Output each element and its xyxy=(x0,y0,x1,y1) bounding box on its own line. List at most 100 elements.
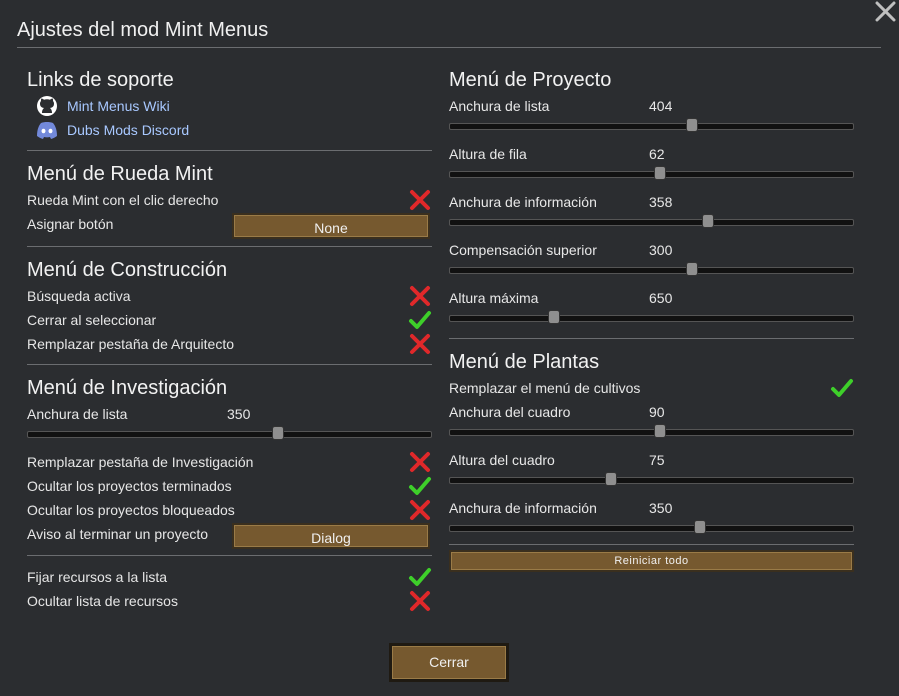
notify-button[interactable]: Dialog xyxy=(232,523,430,549)
slider-track[interactable] xyxy=(449,123,854,130)
title-divider xyxy=(17,47,881,48)
close-select-row[interactable]: Cerrar al seleccionar xyxy=(27,308,432,332)
slider-thumb[interactable] xyxy=(653,166,666,180)
active-search-label: Búsqueda activa xyxy=(27,288,131,304)
replace-crops-row[interactable]: Remplazar el menú de cultivos xyxy=(449,376,854,400)
close-icon[interactable] xyxy=(872,0,899,24)
slider-thumb[interactable] xyxy=(272,426,285,440)
slider-label: Anchura del cuadro xyxy=(449,404,571,420)
slider-value: 350 xyxy=(649,500,673,516)
slider-value: 75 xyxy=(649,452,665,468)
slider-thumb[interactable] xyxy=(686,118,698,132)
slider-thumb[interactable] xyxy=(702,214,715,228)
pin-resources-label: Fijar recursos a la lista xyxy=(27,569,168,585)
slider-track[interactable] xyxy=(449,477,854,484)
slider-value: 404 xyxy=(649,98,673,114)
slider-label: Altura máxima xyxy=(449,290,539,306)
plants-slider-box-height[interactable]: Altura del cuadro 75 xyxy=(449,448,854,496)
divider xyxy=(27,364,432,365)
hide-locked-label: Ocultar los proyectos bloqueados xyxy=(27,502,235,518)
active-search-row[interactable]: Búsqueda activa xyxy=(27,284,432,308)
cross-icon[interactable] xyxy=(408,450,432,474)
plants-slider-box-width[interactable]: Anchura del cuadro 90 xyxy=(449,400,854,448)
slider-thumb[interactable] xyxy=(605,472,617,486)
research-list-width-slider[interactable]: Anchura de lista 350 xyxy=(27,402,432,450)
hide-resources-row[interactable]: Ocultar lista de recursos xyxy=(27,589,432,613)
divider xyxy=(27,246,432,247)
hide-finished-row[interactable]: Ocultar los proyectos terminados xyxy=(27,474,432,498)
discord-link[interactable]: Dubs Mods Discord xyxy=(67,118,189,142)
project-slider-info-width[interactable]: Anchura de información 358 xyxy=(449,190,854,238)
slider-label: Anchura de información xyxy=(449,194,597,210)
slider-value: 62 xyxy=(649,146,665,162)
slider-label: Altura de fila xyxy=(449,146,527,162)
close-button[interactable]: Cerrar xyxy=(389,643,509,682)
project-slider-list-width[interactable]: Anchura de lista 404 xyxy=(449,94,854,142)
reset-all-button[interactable]: Reiniciar todo xyxy=(449,550,854,572)
slider-track[interactable] xyxy=(449,171,854,178)
cross-icon[interactable] xyxy=(408,188,432,212)
assign-row: Asignar botón None xyxy=(27,212,432,242)
build-title: Menú de Construcción xyxy=(27,259,228,281)
slider-value: 300 xyxy=(649,242,673,258)
checkmark-icon[interactable] xyxy=(408,308,432,332)
pin-resources-row[interactable]: Fijar recursos a la lista xyxy=(27,565,432,589)
assign-button[interactable]: None xyxy=(232,213,430,239)
checkmark-icon[interactable] xyxy=(408,565,432,589)
project-title: Menú de Proyecto xyxy=(449,69,612,91)
replace-crops-label: Remplazar el menú de cultivos xyxy=(449,380,641,396)
slider-track[interactable] xyxy=(449,267,854,274)
support-title: Links de soporte xyxy=(27,69,174,91)
slider-track[interactable] xyxy=(449,315,854,322)
cross-icon[interactable] xyxy=(408,332,432,356)
project-slider-top-offset[interactable]: Compensación superior 300 xyxy=(449,238,854,286)
project-slider-row-height[interactable]: Altura de fila 62 xyxy=(449,142,854,190)
right-click-label: Rueda Mint con el clic derecho xyxy=(27,192,219,208)
slider-track[interactable] xyxy=(449,429,854,436)
divider xyxy=(449,338,854,339)
slider-label: Anchura de lista xyxy=(27,406,128,422)
research-title: Menú de Investigación xyxy=(27,377,228,399)
github-icon xyxy=(33,95,61,117)
wiki-link[interactable]: Mint Menus Wiki xyxy=(67,94,170,118)
slider-thumb[interactable] xyxy=(548,310,561,324)
slider-thumb[interactable] xyxy=(694,520,707,534)
slider-track[interactable] xyxy=(27,431,432,438)
replace-arch-label: Remplazar pestaña de Arquitecto xyxy=(27,336,235,352)
slider-label: Anchura de información xyxy=(449,500,597,516)
divider xyxy=(27,150,432,151)
replace-research-tab-label: Remplazar pestaña de Investigación xyxy=(27,454,254,470)
slider-track[interactable] xyxy=(449,219,854,226)
divider xyxy=(449,544,854,545)
left-column: Links de soporte Mint Menus Wiki Dubs Mo… xyxy=(27,66,432,613)
right-click-row[interactable]: Rueda Mint con el clic derecho xyxy=(27,188,432,212)
right-column: Menú de Proyecto Anchura de lista 404 Al… xyxy=(449,66,854,572)
divider xyxy=(27,555,432,556)
cross-icon[interactable] xyxy=(408,498,432,522)
slider-value: 650 xyxy=(649,290,673,306)
checkmark-icon[interactable] xyxy=(830,376,854,400)
slider-value: 90 xyxy=(649,404,665,420)
wheel-title: Menú de Rueda Mint xyxy=(27,163,213,185)
cross-icon[interactable] xyxy=(408,589,432,613)
discord-icon xyxy=(33,119,61,141)
replace-arch-row[interactable]: Remplazar pestaña de Arquitecto xyxy=(27,332,432,356)
hide-locked-row[interactable]: Ocultar los proyectos bloqueados xyxy=(27,498,432,522)
project-slider-max-height[interactable]: Altura máxima 650 xyxy=(449,286,854,334)
notify-row: Aviso al terminar un proyecto Dialog xyxy=(27,522,432,552)
hide-resources-label: Ocultar lista de recursos xyxy=(27,593,178,609)
cross-icon[interactable] xyxy=(408,284,432,308)
replace-research-tab-row[interactable]: Remplazar pestaña de Investigación xyxy=(27,450,432,474)
plants-title: Menú de Plantas xyxy=(449,351,600,373)
slider-label: Altura del cuadro xyxy=(449,452,555,468)
checkmark-icon[interactable] xyxy=(408,474,432,498)
slider-value: 350 xyxy=(227,406,251,422)
slider-track[interactable] xyxy=(449,525,854,532)
slider-thumb[interactable] xyxy=(653,424,666,438)
discord-link-row[interactable]: Dubs Mods Discord xyxy=(27,118,432,142)
slider-thumb[interactable] xyxy=(686,262,698,276)
wiki-link-row[interactable]: Mint Menus Wiki xyxy=(27,94,432,118)
slider-label: Compensación superior xyxy=(449,242,597,258)
plants-slider-info-width[interactable]: Anchura de información 350 xyxy=(449,496,854,544)
dialog-title: Ajustes del mod Mint Menus xyxy=(17,19,269,41)
